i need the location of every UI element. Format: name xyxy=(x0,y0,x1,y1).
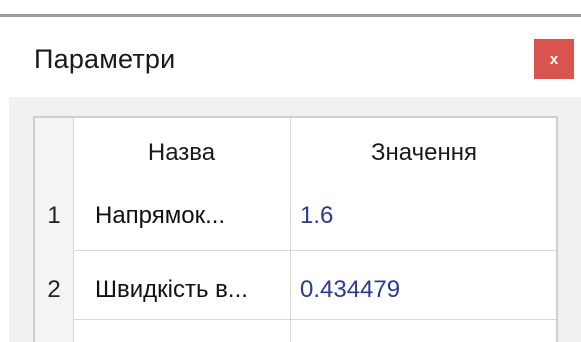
top-divider xyxy=(0,14,581,17)
column-header-value[interactable]: Значення xyxy=(292,118,556,188)
column-header-name[interactable]: Назва xyxy=(73,118,290,188)
parameter-name-cell[interactable]: Напрямок... xyxy=(95,202,225,230)
parameter-value-cell[interactable]: 0.434479 xyxy=(300,276,400,304)
grid-line xyxy=(290,118,291,342)
row-number: 1 xyxy=(47,202,61,229)
close-icon: x xyxy=(549,50,559,68)
row-header-gutter xyxy=(35,118,73,342)
parameter-value-cell[interactable]: 1.6 xyxy=(300,202,333,230)
grid-line xyxy=(73,250,556,251)
parameter-name-cell[interactable]: Швидкість в... xyxy=(95,276,248,304)
window-title: Параметри xyxy=(34,44,176,74)
grid-line xyxy=(73,319,556,320)
row-number: 2 xyxy=(47,276,61,303)
grid-line xyxy=(73,118,74,342)
close-button[interactable]: x xyxy=(534,39,574,79)
